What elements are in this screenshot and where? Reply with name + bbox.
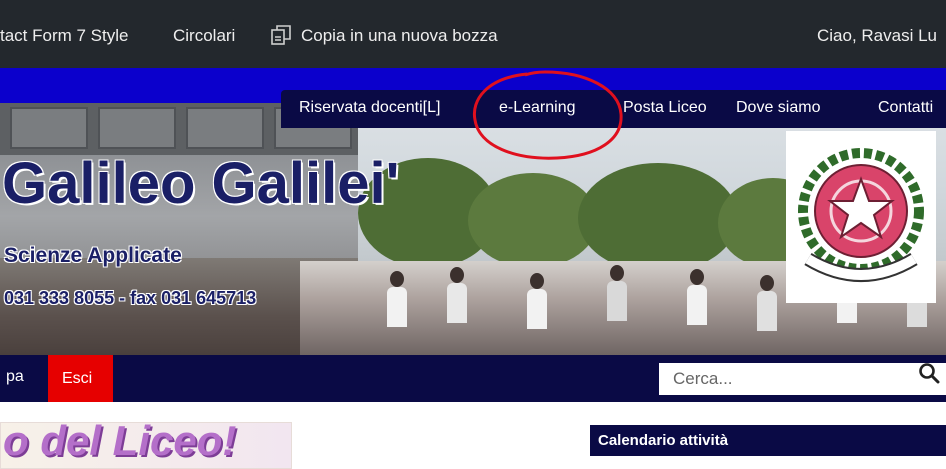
republic-emblem-icon (798, 148, 924, 282)
admin-menu-circolari[interactable]: Circolari (173, 24, 235, 48)
welcome-banner: o del Liceo! (0, 417, 292, 469)
search-icon[interactable] (918, 362, 940, 384)
nav-link-dove-siamo[interactable]: Dove siamo (736, 99, 820, 117)
nav-link-riservata-docenti[interactable]: Riservata docenti[L] (299, 99, 440, 117)
admin-greeting[interactable]: Ciao, Ravasi Lu (817, 24, 937, 48)
emblem-container (786, 131, 936, 303)
calendar-widget-header: Calendario attività (590, 425, 946, 456)
admin-menu-copy-draft[interactable]: Copia in una nuova bozza (301, 24, 498, 48)
contact-info: 031 333 8055 - fax 031 645713 (4, 288, 257, 308)
logout-button[interactable]: Esci (48, 355, 113, 402)
main-navigation: pa Esci (0, 355, 946, 402)
welcome-text: o del Liceo! (3, 417, 237, 464)
calendar-widget-title: Calendario attività (598, 432, 729, 449)
annotation-circle (472, 70, 623, 160)
site-subtitle: Scienze Applicate (4, 244, 182, 267)
search-input[interactable] (659, 363, 911, 395)
admin-menu-contact-form-style[interactable]: tact Form 7 Style (0, 24, 128, 48)
copy-icon[interactable] (270, 24, 292, 46)
site-title: Galileo Galilei' (2, 151, 400, 216)
search-box (659, 363, 946, 395)
nav-link-posta-liceo[interactable]: Posta Liceo (623, 99, 707, 117)
nav-link-contatti[interactable]: Contatti (878, 99, 933, 117)
wp-admin-bar: tact Form 7 Style Circolari Copia in una… (0, 0, 946, 68)
menu-item-home[interactable]: pa (6, 368, 24, 386)
